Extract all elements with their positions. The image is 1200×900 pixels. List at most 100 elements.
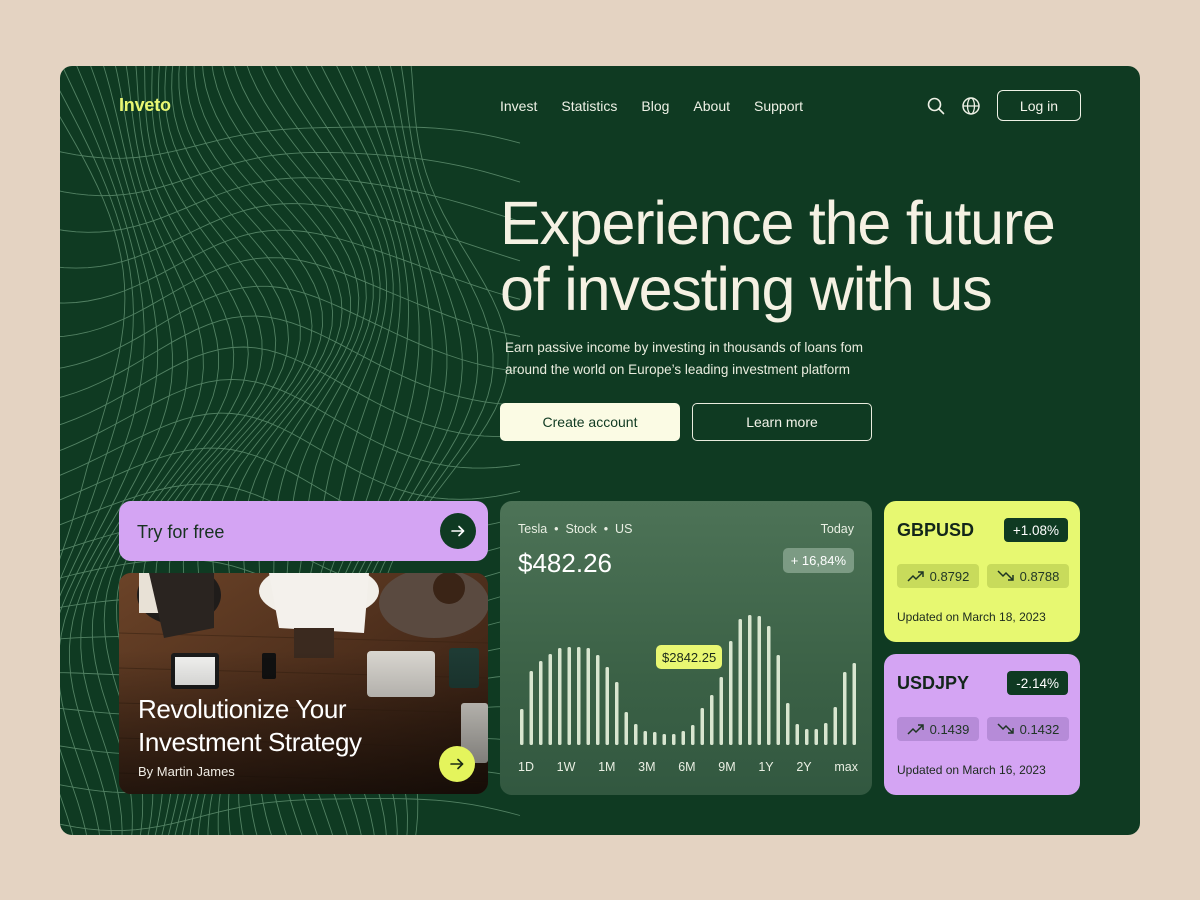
chart-bar xyxy=(567,647,571,745)
chart-bar xyxy=(605,667,609,745)
fx-change-badge: -2.14% xyxy=(1007,671,1068,695)
chart-bar xyxy=(729,641,733,745)
chart-bar xyxy=(529,671,533,745)
brand-logo[interactable]: Inveto xyxy=(119,95,171,116)
range-6m[interactable]: 6M xyxy=(678,760,695,774)
fx-change-badge: +1.08% xyxy=(1003,518,1068,542)
arrow-right-icon[interactable] xyxy=(440,513,476,549)
stock-chart-card: Tesla • Stock • US Today $482.26 + 16,84… xyxy=(500,501,872,795)
chart-bar xyxy=(691,725,695,745)
wave-line xyxy=(60,285,521,373)
try-for-free-card[interactable]: Try for free xyxy=(119,501,488,561)
range-1w[interactable]: 1W xyxy=(557,760,576,774)
chart-bar xyxy=(767,626,771,745)
hero-subtitle-line1: Earn passive income by investing in thou… xyxy=(505,340,863,355)
login-button[interactable]: Log in xyxy=(997,90,1081,121)
fx-card-gbpusd[interactable]: GBPUSD +1.08% 0.8792 0.8788 Updated on M… xyxy=(884,501,1080,642)
fx-up-value: 0.1439 xyxy=(897,717,979,741)
trend-down-icon xyxy=(997,570,1014,581)
chart-bar xyxy=(672,734,676,745)
range-3m[interactable]: 3M xyxy=(638,760,655,774)
wave-line xyxy=(60,412,521,500)
chart-bar xyxy=(548,654,552,745)
range-1d[interactable]: 1D xyxy=(518,760,534,774)
fx-down-value: 0.8788 xyxy=(987,564,1069,588)
wave-line xyxy=(60,378,521,469)
fx-updated: Updated on March 18, 2023 xyxy=(897,610,1046,624)
chart-bar xyxy=(843,672,847,745)
chart-bar xyxy=(586,648,590,745)
chart-bar xyxy=(558,648,562,745)
trend-down-icon xyxy=(997,723,1014,734)
meeting-photo xyxy=(119,573,488,794)
chart-bar xyxy=(719,677,723,745)
chart-bar xyxy=(776,655,780,745)
fx-down-value-text: 0.1432 xyxy=(1019,721,1060,737)
chart-bar xyxy=(824,723,828,745)
chart-bar xyxy=(795,724,799,745)
chart-tooltip: $2842.25 xyxy=(656,645,723,669)
chart-bar xyxy=(805,729,809,745)
chart-bar xyxy=(757,616,761,745)
chart-bar xyxy=(710,695,714,745)
nav-item-invest[interactable]: Invest xyxy=(500,98,537,114)
article-author: By Martin James xyxy=(138,764,235,779)
nav-item-statistics[interactable]: Statistics xyxy=(561,98,617,114)
fx-up-value-text: 0.1439 xyxy=(929,721,970,737)
fx-updated: Updated on March 16, 2023 xyxy=(897,763,1046,777)
wave-line xyxy=(60,346,521,438)
create-account-button[interactable]: Create account xyxy=(500,403,680,441)
fx-up-value: 0.8792 xyxy=(897,564,979,588)
nav-item-support[interactable]: Support xyxy=(754,98,803,114)
range-9m[interactable]: 9M xyxy=(718,760,735,774)
chart-bar xyxy=(700,708,704,745)
globe-icon[interactable] xyxy=(961,96,981,116)
wave-line xyxy=(60,116,126,560)
article-title-line1: Revolutionize Your xyxy=(138,694,347,724)
chart-bar xyxy=(634,724,638,745)
article-title[interactable]: Revolutionize Your Investment Strategy xyxy=(138,693,438,759)
learn-more-button[interactable]: Learn more xyxy=(692,403,872,441)
fx-card-usdjpy[interactable]: USDJPY -2.14% 0.1439 0.1432 Updated on M… xyxy=(884,654,1080,795)
chart-bar xyxy=(596,655,600,745)
chart-bar xyxy=(577,647,581,745)
wave-line xyxy=(60,798,521,832)
hero-headline-line1: Experience the future xyxy=(500,189,1056,257)
range-1m[interactable]: 1M xyxy=(598,760,615,774)
article-title-line2: Investment Strategy xyxy=(138,727,362,757)
hero-headline-line2: of investing with us xyxy=(500,255,993,323)
chart-bar xyxy=(539,661,543,745)
hero-subtitle-line2: around the world on Europe’s leading inv… xyxy=(505,362,850,377)
chart-bar xyxy=(643,731,647,745)
range-2y[interactable]: 2Y xyxy=(796,760,811,774)
trend-up-icon xyxy=(907,571,924,582)
fx-pair: GBPUSD xyxy=(897,520,975,540)
chart-bar xyxy=(852,663,856,745)
chart-bar xyxy=(814,729,818,745)
chart-bar xyxy=(615,682,619,745)
search-icon[interactable] xyxy=(926,96,946,116)
chart-bar xyxy=(786,703,790,745)
chart-bar xyxy=(681,731,685,745)
fx-up-value-text: 0.8792 xyxy=(929,568,970,584)
hero-subtitle: Earn passive income by investing in thou… xyxy=(505,337,905,381)
article-card[interactable]: Revolutionize Your Investment Strategy B… xyxy=(119,573,488,794)
try-for-free-label: Try for free xyxy=(137,522,225,542)
chart-bar xyxy=(653,732,657,745)
hero-headline: Experience the future of investing with … xyxy=(500,190,1120,322)
trend-up-icon xyxy=(907,724,924,735)
landing-page: Inveto Invest Statistics Blog About Supp… xyxy=(60,66,1140,835)
chart-bar xyxy=(624,712,628,745)
chart-bar xyxy=(833,707,837,745)
wave-line xyxy=(60,177,521,233)
time-range-selector: 1D 1W 1M 3M 6M 9M 1Y 2Y max xyxy=(518,760,858,774)
nav-item-blog[interactable]: Blog xyxy=(641,98,669,114)
fx-down-value-text: 0.8788 xyxy=(1019,568,1060,584)
range-1y[interactable]: 1Y xyxy=(758,760,773,774)
chart-bar xyxy=(738,619,742,745)
chart-bar xyxy=(520,709,524,745)
chart-bar xyxy=(748,615,752,745)
arrow-right-icon[interactable] xyxy=(439,746,475,782)
nav-item-about[interactable]: About xyxy=(693,98,730,114)
range-max[interactable]: max xyxy=(834,760,858,774)
